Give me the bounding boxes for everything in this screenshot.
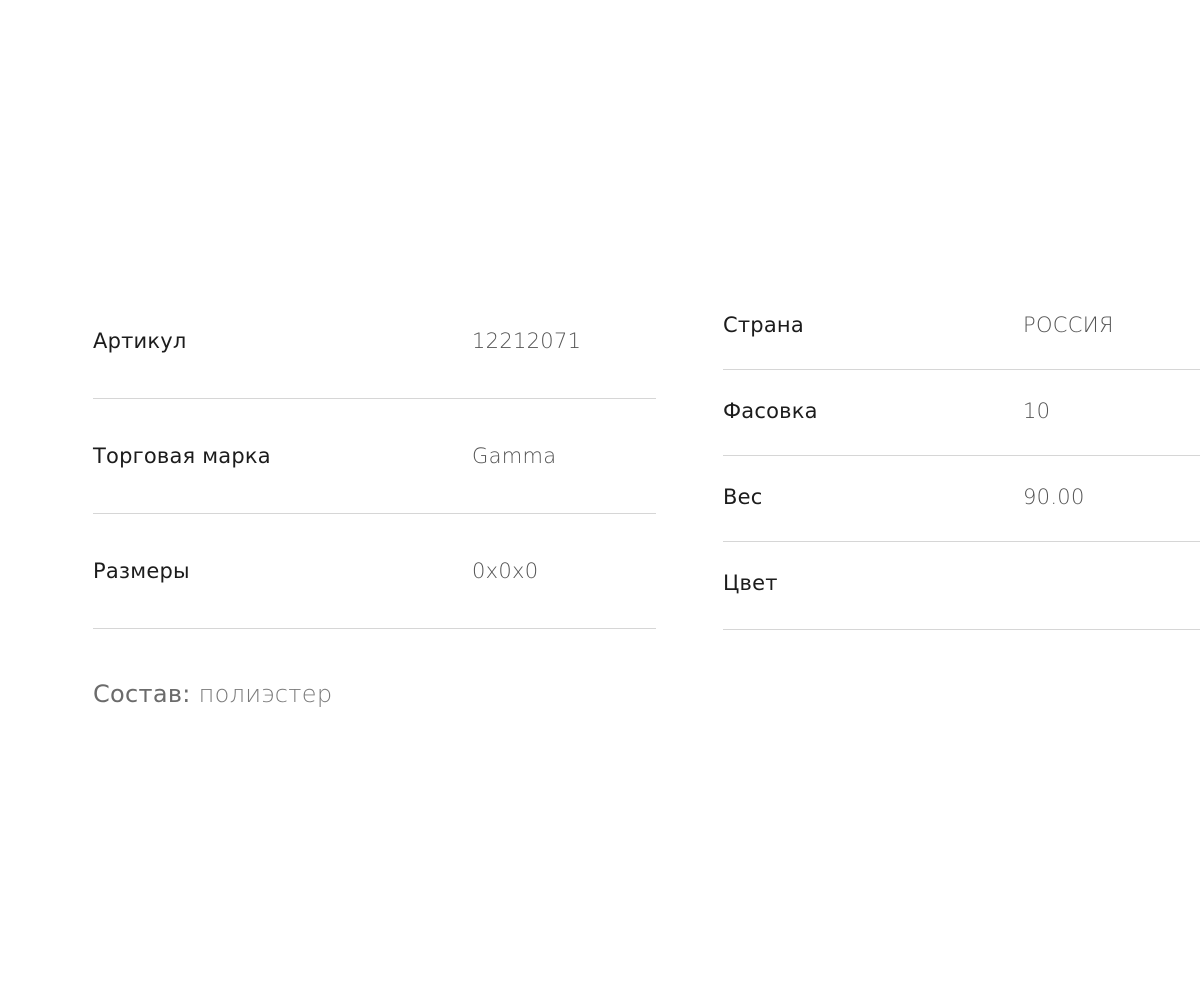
spec-label: Фасовка: [723, 399, 818, 423]
spec-label: Размеры: [93, 559, 190, 583]
composition-value: полиэстер: [198, 680, 333, 708]
spec-value: 12212071: [472, 329, 582, 353]
spec-label: Цвет: [723, 571, 778, 595]
spec-value: 0x0x0: [472, 559, 539, 583]
composition-label: Состав:: [93, 680, 191, 708]
spec-value: Gamma: [472, 444, 557, 468]
spec-label: Артикул: [93, 329, 187, 353]
spec-row-dimensions: Размеры 0x0x0: [93, 514, 656, 629]
spec-value: 10: [1023, 399, 1051, 423]
spec-value: 90.00: [1023, 485, 1085, 509]
spec-row-article: Артикул 12212071: [93, 284, 656, 399]
spec-row-brand: Торговая марка Gamma: [93, 399, 656, 514]
specs-table-left: Артикул 12212071 Торговая марка Gamma Ра…: [93, 284, 656, 629]
spec-row-color: Цвет: [723, 542, 1200, 630]
specs-table-right: Страна РОССИЯ Фасовка 10 Вес 90.00 Цвет: [723, 284, 1200, 630]
spec-label: Страна: [723, 313, 804, 337]
spec-row-packaging: Фасовка 10: [723, 370, 1200, 456]
spec-value: РОССИЯ: [1023, 313, 1114, 337]
spec-label: Вес: [723, 485, 763, 509]
spec-row-country: Страна РОССИЯ: [723, 284, 1200, 370]
spec-row-weight: Вес 90.00: [723, 456, 1200, 542]
composition-line: Состав: полиэстер: [93, 680, 332, 708]
spec-label: Торговая марка: [93, 444, 271, 468]
